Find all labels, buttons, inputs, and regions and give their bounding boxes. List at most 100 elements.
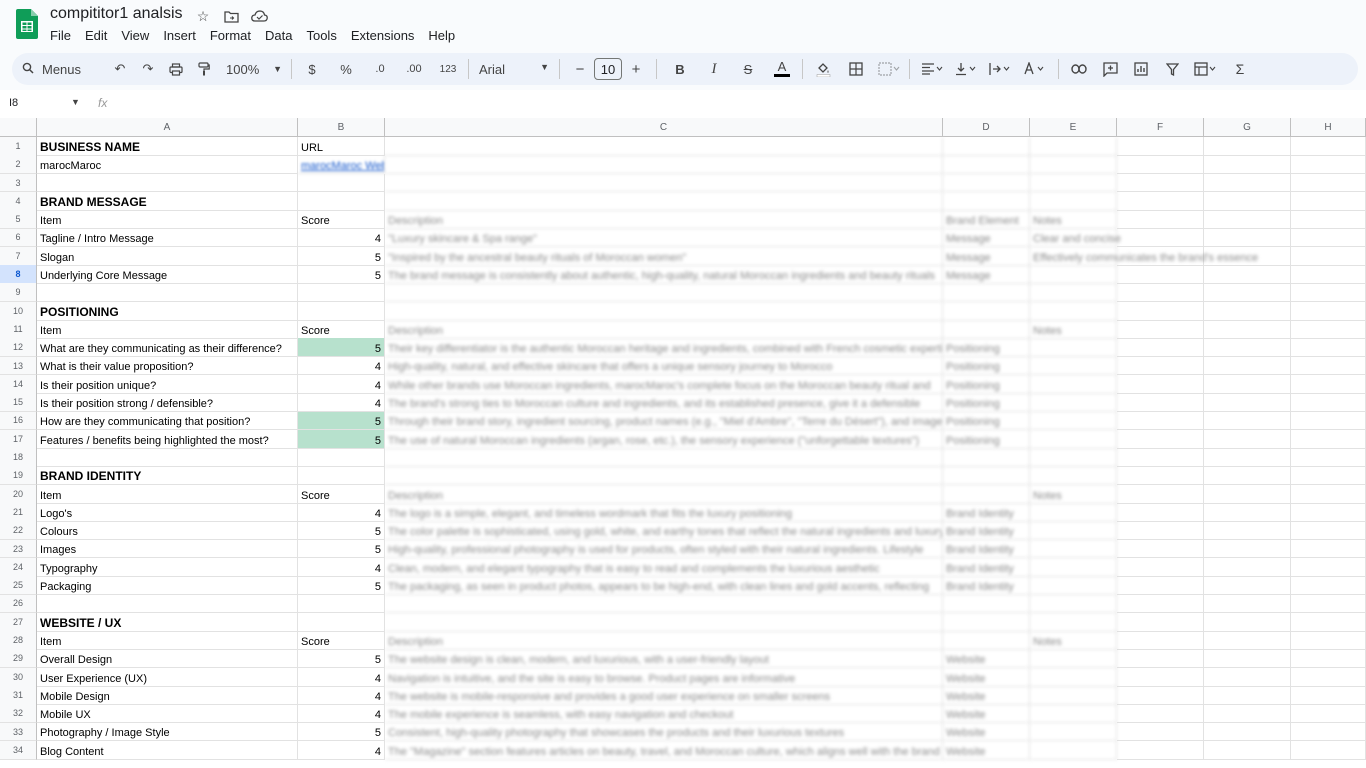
- row-header-15[interactable]: 15: [0, 393, 37, 413]
- cell-h22[interactable]: [1291, 521, 1366, 541]
- cell-h4[interactable]: [1291, 191, 1366, 211]
- row-header-32[interactable]: 32: [0, 704, 37, 724]
- number-format-button[interactable]: 123: [437, 56, 459, 82]
- column-header-c[interactable]: C: [385, 118, 943, 137]
- cell-c11[interactable]: Description: [385, 320, 943, 339]
- menu-format[interactable]: Format: [210, 27, 258, 45]
- menus-search[interactable]: Menus: [18, 56, 106, 82]
- cell-g5[interactable]: [1204, 210, 1291, 230]
- menu-file[interactable]: File: [50, 27, 78, 45]
- row-header-13[interactable]: 13: [0, 356, 37, 376]
- cell-f8[interactable]: [1117, 265, 1204, 284]
- cell-a16[interactable]: How are they communicating that position…: [37, 411, 298, 431]
- text-rotation-icon[interactable]: [1021, 56, 1049, 82]
- cell-e4[interactable]: [1030, 191, 1117, 211]
- cell-b18[interactable]: [298, 448, 385, 467]
- cell-h12[interactable]: [1291, 338, 1366, 358]
- row-header-30[interactable]: 30: [0, 667, 37, 687]
- cell-f16[interactable]: [1117, 411, 1204, 431]
- cell-e29[interactable]: [1030, 649, 1117, 669]
- column-header-b[interactable]: B: [298, 118, 385, 137]
- cell-f33[interactable]: [1117, 722, 1204, 742]
- cell-d19[interactable]: [943, 466, 1030, 486]
- merge-cells-icon[interactable]: [878, 56, 900, 82]
- row-header-11[interactable]: 11: [0, 320, 37, 339]
- cell-g32[interactable]: [1204, 704, 1291, 724]
- cell-a20[interactable]: Item: [37, 484, 298, 504]
- cell-b26[interactable]: [298, 594, 385, 614]
- row-header-29[interactable]: 29: [0, 649, 37, 669]
- cell-g33[interactable]: [1204, 722, 1291, 742]
- cell-b19[interactable]: [298, 466, 385, 486]
- cell-b2[interactable]: marocMaroc Web: [298, 155, 385, 175]
- cell-d7[interactable]: Message: [943, 246, 1030, 266]
- cell-c26[interactable]: [385, 594, 943, 614]
- cell-a14[interactable]: Is their position unique?: [37, 374, 298, 394]
- cell-a1[interactable]: BUSINESS NAME: [37, 137, 298, 156]
- cell-f18[interactable]: [1117, 448, 1204, 467]
- cell-b6[interactable]: 4: [298, 228, 385, 248]
- cell-a10[interactable]: POSITIONING: [37, 301, 298, 321]
- cell-g4[interactable]: [1204, 191, 1291, 211]
- row-header-31[interactable]: 31: [0, 686, 37, 705]
- cell-a13[interactable]: What is their value proposition?: [37, 356, 298, 376]
- cell-h16[interactable]: [1291, 411, 1366, 431]
- cell-b23[interactable]: 5: [298, 539, 385, 559]
- paint-format-icon[interactable]: [193, 56, 215, 82]
- percent-format-button[interactable]: %: [335, 56, 357, 82]
- cell-e12[interactable]: [1030, 338, 1117, 358]
- cell-d26[interactable]: [943, 594, 1030, 614]
- cell-a31[interactable]: Mobile Design: [37, 686, 298, 705]
- cell-b22[interactable]: 5: [298, 521, 385, 541]
- cell-h5[interactable]: [1291, 210, 1366, 230]
- cell-f31[interactable]: [1117, 686, 1204, 705]
- cell-b5[interactable]: Score: [298, 210, 385, 230]
- cell-e13[interactable]: [1030, 356, 1117, 376]
- cell-c18[interactable]: [385, 448, 943, 467]
- cell-g16[interactable]: [1204, 411, 1291, 431]
- cell-a11[interactable]: Item: [37, 320, 298, 339]
- text-wrapping-icon[interactable]: [987, 56, 1015, 82]
- column-header-d[interactable]: D: [943, 118, 1030, 137]
- cell-f1[interactable]: [1117, 137, 1204, 156]
- cell-h28[interactable]: [1291, 631, 1366, 650]
- cell-a34[interactable]: Blog Content: [37, 740, 298, 760]
- row-header-6[interactable]: 6: [0, 228, 37, 248]
- cell-e28[interactable]: Notes: [1030, 631, 1117, 650]
- cell-a24[interactable]: Typography: [37, 557, 298, 577]
- cell-a25[interactable]: Packaging: [37, 576, 298, 596]
- row-header-9[interactable]: 9: [0, 283, 37, 303]
- cell-h17[interactable]: [1291, 429, 1366, 449]
- cell-d28[interactable]: [943, 631, 1030, 650]
- cell-g34[interactable]: [1204, 740, 1291, 760]
- cell-b3[interactable]: [298, 173, 385, 193]
- cell-h7[interactable]: [1291, 246, 1366, 266]
- cell-e23[interactable]: [1030, 539, 1117, 559]
- cell-f17[interactable]: [1117, 429, 1204, 449]
- cell-e33[interactable]: [1030, 722, 1117, 742]
- row-header-24[interactable]: 24: [0, 557, 37, 577]
- cell-c19[interactable]: [385, 466, 943, 486]
- cell-h13[interactable]: [1291, 356, 1366, 376]
- row-header-27[interactable]: 27: [0, 612, 37, 632]
- cell-h30[interactable]: [1291, 667, 1366, 687]
- cell-f14[interactable]: [1117, 374, 1204, 394]
- row-header-19[interactable]: 19: [0, 466, 37, 486]
- cell-h21[interactable]: [1291, 503, 1366, 522]
- menu-insert[interactable]: Insert: [163, 27, 203, 45]
- fill-color-icon[interactable]: [812, 56, 834, 82]
- cell-c24[interactable]: Clean, modern, and elegant typography th…: [385, 557, 943, 577]
- cell-a33[interactable]: Photography / Image Style: [37, 722, 298, 742]
- cell-e21[interactable]: [1030, 503, 1117, 522]
- cell-c14[interactable]: While other brands use Moroccan ingredie…: [385, 374, 943, 394]
- cell-b24[interactable]: 4: [298, 557, 385, 577]
- cell-c31[interactable]: The website is mobile-responsive and pro…: [385, 686, 943, 705]
- cell-b29[interactable]: 5: [298, 649, 385, 669]
- cell-a27[interactable]: WEBSITE / UX: [37, 612, 298, 632]
- cell-a29[interactable]: Overall Design: [37, 649, 298, 669]
- row-header-10[interactable]: 10: [0, 301, 37, 321]
- cell-d12[interactable]: Positioning: [943, 338, 1030, 358]
- cell-a21[interactable]: Logo's: [37, 503, 298, 522]
- row-header-3[interactable]: 3: [0, 173, 37, 193]
- cell-d14[interactable]: Positioning: [943, 374, 1030, 394]
